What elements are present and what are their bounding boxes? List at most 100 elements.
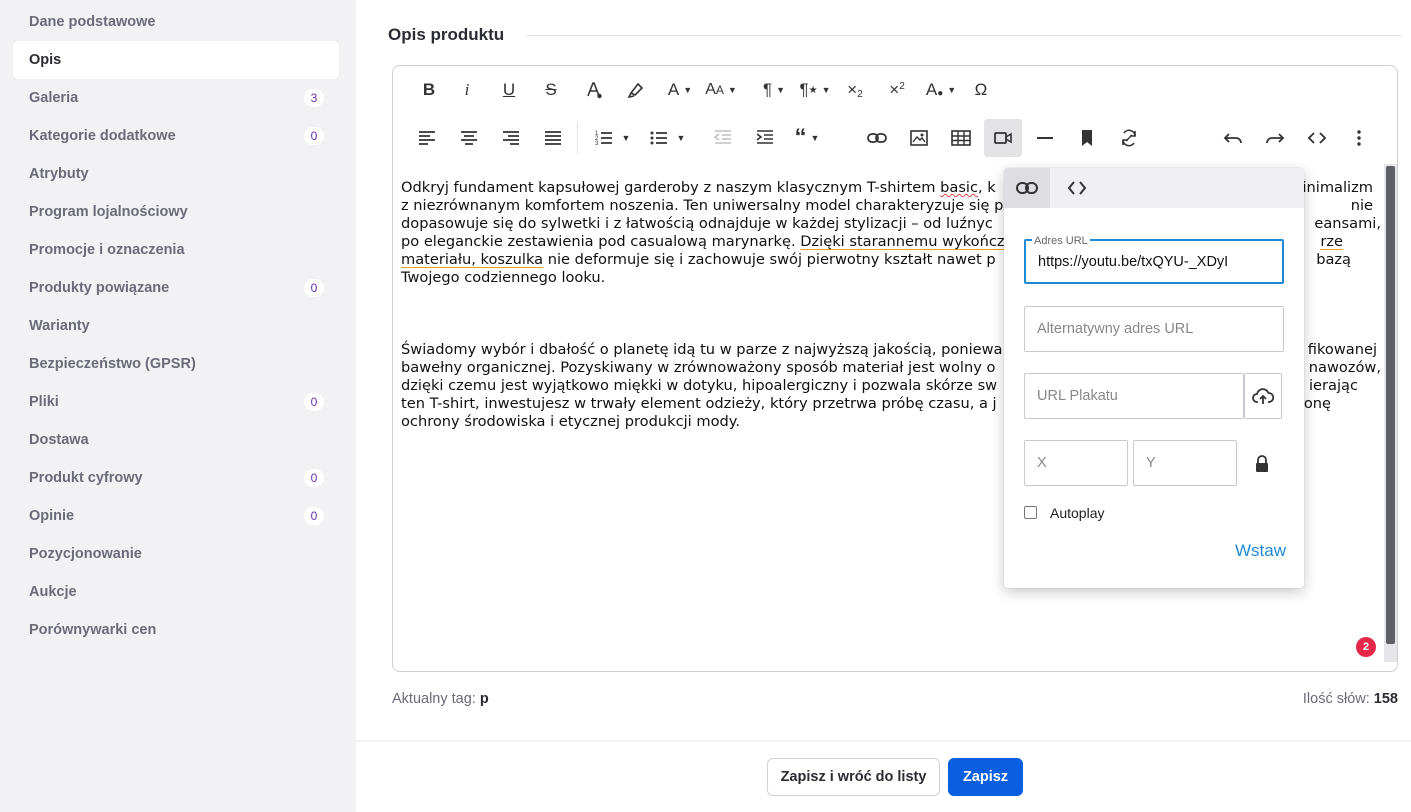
strikethrough-icon[interactable]: S bbox=[539, 71, 563, 109]
highlighter-icon[interactable] bbox=[621, 71, 651, 109]
section-divider bbox=[526, 35, 1402, 36]
undo-icon[interactable] bbox=[1221, 119, 1245, 157]
sidebar-item-porownywarki-cen[interactable]: Porównywarki cen bbox=[13, 611, 339, 649]
word-count-label: Ilość słów: bbox=[1302, 691, 1370, 707]
insert-link-icon[interactable] bbox=[863, 119, 891, 157]
align-justify-icon[interactable] bbox=[539, 119, 567, 157]
code-icon bbox=[1067, 181, 1087, 195]
sidebar-item-label: Opis bbox=[29, 52, 62, 68]
text-run: ochrony środowiska i etycznej produkcji … bbox=[401, 413, 740, 430]
video-url-label: Adres URL bbox=[1032, 235, 1090, 247]
width-x-field[interactable]: X bbox=[1024, 440, 1128, 486]
sidebar-item-bezpieczenstwo-gpsr[interactable]: Bezpieczeństwo (GPSR) bbox=[13, 345, 339, 383]
save-and-return-button[interactable]: Zapisz i wróć do listy bbox=[767, 758, 940, 796]
tab-video-by-url[interactable] bbox=[1004, 168, 1050, 208]
insert-video-button[interactable]: Wstaw bbox=[1235, 541, 1286, 561]
insert-image-icon[interactable] bbox=[905, 119, 933, 157]
count-badge: 0 bbox=[304, 127, 324, 145]
word-count-status: Ilość słów: 158 bbox=[1303, 691, 1398, 707]
sidebar-item-program-lojalnosciowy[interactable]: Program lojalnościowy bbox=[13, 193, 339, 231]
notification-badge[interactable]: 2 bbox=[1356, 637, 1376, 657]
sidebar-item-atrybuty[interactable]: Atrybuty bbox=[13, 155, 339, 193]
text-run: bazą bbox=[1316, 251, 1351, 268]
autoplay-checkbox[interactable] bbox=[1024, 506, 1037, 519]
current-tag-status: Aktualny tag: p bbox=[392, 691, 489, 707]
alternative-url-field[interactable]: Alternatywny adres URL bbox=[1024, 306, 1284, 352]
code-view-icon[interactable] bbox=[1303, 119, 1331, 157]
align-right-icon[interactable] bbox=[497, 119, 525, 157]
sidebar-item-dane-podstawowe[interactable]: Dane podstawowe bbox=[13, 3, 339, 41]
video-url-value: https://youtu.be/txQYU-_XDyI bbox=[1038, 254, 1229, 270]
subscript-icon[interactable]: × 2 bbox=[843, 71, 867, 109]
text-run: inimalizm bbox=[1302, 179, 1373, 196]
insert-video-popup: Adres URL https://youtu.be/txQYU-_XDyI A… bbox=[1004, 168, 1304, 588]
sidebar-item-label: Bezpieczeństwo (GPSR) bbox=[29, 356, 196, 372]
text-run: Odkryj fundament kapsułowej garderoby z … bbox=[401, 179, 941, 196]
sidebar-item-label: Dane podstawowe bbox=[29, 14, 156, 30]
insert-video-icon[interactable] bbox=[984, 119, 1022, 157]
sidebar-item-pozycjonowanie[interactable]: Pozycjonowanie bbox=[13, 535, 339, 573]
text-run: z niezrównanym komfortem noszenia. Ten u… bbox=[401, 197, 1004, 214]
horizontal-line-icon[interactable] bbox=[1033, 119, 1057, 157]
outdent-icon[interactable] bbox=[709, 119, 737, 157]
scrollbar-thumb[interactable] bbox=[1386, 166, 1395, 644]
sidebar-item-warianty[interactable]: Warianty bbox=[13, 307, 339, 345]
text-run: , k bbox=[978, 179, 996, 196]
text-style-icon[interactable]: A ● ▼ bbox=[923, 71, 959, 109]
sidebar-item-produkt-cyfrowy[interactable]: Produkt cyfrowy 0 bbox=[13, 459, 339, 497]
font-family-icon[interactable]: A ▼ bbox=[663, 71, 697, 109]
sidebar-item-opis[interactable]: Opis bbox=[13, 41, 339, 79]
count-badge: 0 bbox=[304, 279, 324, 297]
align-left-icon[interactable] bbox=[413, 119, 441, 157]
indent-icon[interactable] bbox=[751, 119, 779, 157]
sidebar-item-galeria[interactable]: Galeria 3 bbox=[13, 79, 339, 117]
sidebar-item-label: Kategorie dodatkowe bbox=[29, 128, 176, 144]
word-count-value: 158 bbox=[1373, 691, 1398, 707]
bold-icon[interactable]: B bbox=[415, 71, 443, 109]
sidebar-item-kategorie-dodatkowe[interactable]: Kategorie dodatkowe 0 bbox=[13, 117, 339, 155]
redo-icon[interactable] bbox=[1263, 119, 1287, 157]
sidebar-item-pliki[interactable]: Pliki 0 bbox=[13, 383, 339, 421]
insert-table-icon[interactable] bbox=[947, 119, 975, 157]
poster-url-field[interactable]: URL Plakatu bbox=[1024, 373, 1244, 419]
tab-video-embed[interactable] bbox=[1054, 168, 1100, 208]
lock-aspect-ratio-icon[interactable] bbox=[1254, 455, 1270, 473]
current-tag-value: p bbox=[479, 691, 489, 707]
sidebar-item-label: Pozycjonowanie bbox=[29, 546, 142, 562]
height-y-field[interactable]: Y bbox=[1133, 440, 1237, 486]
sidebar-item-promocje-i-oznaczenia[interactable]: Promocje i oznaczenia bbox=[13, 231, 339, 269]
align-center-icon[interactable] bbox=[455, 119, 483, 157]
video-url-field[interactable]: Adres URL https://youtu.be/txQYU-_XDyI bbox=[1024, 235, 1284, 284]
unordered-list-icon[interactable]: ▼ bbox=[644, 119, 690, 157]
italic-icon[interactable]: i bbox=[455, 71, 479, 109]
paragraph-format-icon[interactable]: ¶ ▼ bbox=[757, 71, 791, 109]
current-tag-label: Aktualny tag: bbox=[392, 691, 476, 707]
clear-format-icon[interactable] bbox=[1117, 119, 1141, 157]
underline-icon[interactable]: U bbox=[497, 71, 521, 109]
upload-poster-button[interactable] bbox=[1244, 373, 1282, 419]
editor-scrollbar[interactable] bbox=[1384, 164, 1397, 662]
paragraph-style-icon[interactable]: ¶ ★ ▼ bbox=[797, 71, 833, 109]
more-icon[interactable] bbox=[1349, 119, 1369, 157]
sidebar-item-label: Warianty bbox=[29, 318, 90, 334]
quote-icon[interactable]: “▼ bbox=[789, 119, 825, 157]
sidebar-item-opinie[interactable]: Opinie 0 bbox=[13, 497, 339, 535]
superscript-icon[interactable]: × 2 bbox=[885, 71, 909, 109]
bookmark-icon[interactable] bbox=[1075, 119, 1099, 157]
autoplay-label[interactable]: Autoplay bbox=[1050, 505, 1104, 521]
save-button[interactable]: Zapisz bbox=[948, 758, 1023, 796]
font-color-icon[interactable] bbox=[579, 71, 609, 109]
alternative-url-placeholder: Alternatywny adres URL bbox=[1037, 321, 1194, 337]
sidebar-item-dostawa[interactable]: Dostawa bbox=[13, 421, 339, 459]
font-size-icon[interactable]: A A ▼ bbox=[703, 71, 739, 109]
sidebar-item-aukcje[interactable]: Aukcje bbox=[13, 573, 339, 611]
text-run: po eleganckie zestawienia pod casualową … bbox=[401, 233, 801, 250]
sidebar-item-label: Atrybuty bbox=[29, 166, 89, 182]
count-badge: 3 bbox=[304, 89, 324, 107]
special-characters-icon[interactable]: Ω bbox=[969, 71, 993, 109]
sidebar-item-label: Porównywarki cen bbox=[29, 622, 157, 638]
sidebar-item-produkty-powiazane[interactable]: Produkty powiązane 0 bbox=[13, 269, 339, 307]
ordered-list-icon[interactable]: 1 2 3 ▼ bbox=[589, 119, 635, 157]
sidebar-item-label: Opinie bbox=[29, 508, 75, 524]
sidebar-item-label: Dostawa bbox=[29, 432, 89, 448]
